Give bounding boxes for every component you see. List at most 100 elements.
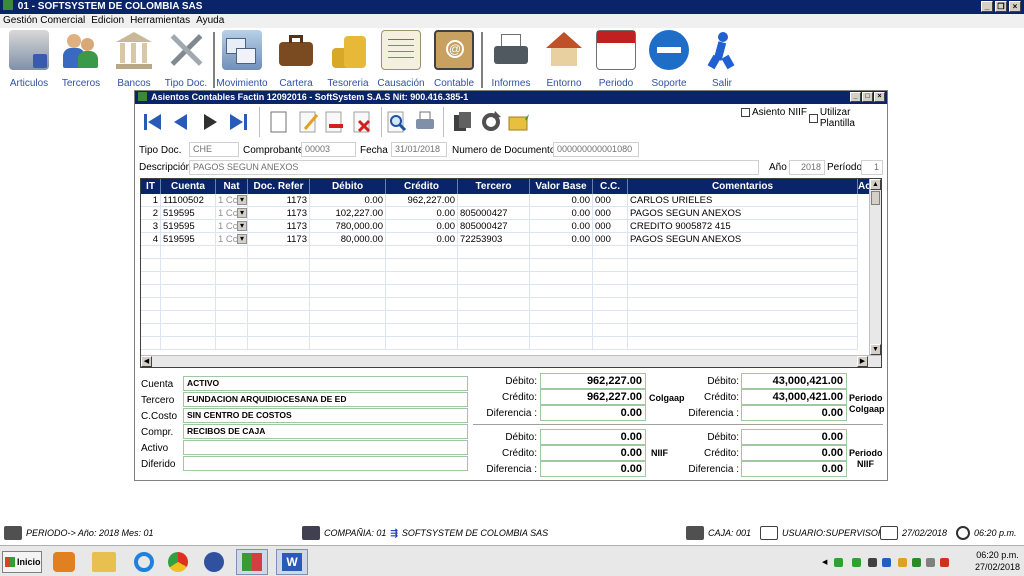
cell-credito[interactable] xyxy=(386,311,458,323)
cell-doc-refer[interactable] xyxy=(248,298,310,310)
delete-line-button[interactable] xyxy=(323,109,347,135)
cell-it[interactable] xyxy=(141,311,161,323)
cell-tercero[interactable] xyxy=(458,259,530,271)
cell-debito[interactable]: 102,227.00 xyxy=(310,207,386,219)
task-softsystem[interactable] xyxy=(236,549,268,575)
cell-cc[interactable] xyxy=(593,298,628,310)
nat-dropdown-icon[interactable]: ▾ xyxy=(237,195,247,205)
table-row[interactable] xyxy=(141,272,858,285)
col-cc[interactable]: C.C. xyxy=(593,179,628,194)
numero-documento-field[interactable]: 000000000001080 xyxy=(553,142,639,157)
task-app-grid[interactable] xyxy=(198,549,230,575)
cell-comentario[interactable] xyxy=(628,324,858,336)
child-maximize-button[interactable]: □ xyxy=(862,92,873,102)
cell-cuenta[interactable] xyxy=(161,337,216,349)
cell-nat[interactable]: 1 Cc ▾ xyxy=(216,207,248,219)
scroll-up-arrow[interactable]: ▲ xyxy=(870,179,881,190)
cell-debito[interactable] xyxy=(310,324,386,336)
cell-nat[interactable] xyxy=(216,272,248,284)
task-chrome[interactable] xyxy=(162,549,194,575)
cell-valor-base[interactable] xyxy=(530,311,593,323)
cell-cuenta[interactable]: 519595 xyxy=(161,220,216,232)
next-record-button[interactable] xyxy=(199,109,223,135)
tray-app-icon[interactable] xyxy=(912,558,921,567)
cell-doc-refer[interactable]: 1173 xyxy=(248,207,310,219)
cancel-button[interactable] xyxy=(351,109,375,135)
tray-volume-icon[interactable] xyxy=(926,558,935,567)
cell-valor-base[interactable] xyxy=(530,246,593,258)
cell-cc[interactable] xyxy=(593,272,628,284)
cell-cc[interactable] xyxy=(593,337,628,349)
nat-dropdown-icon[interactable]: ▾ xyxy=(237,221,247,231)
toolbar-soporte-button[interactable]: Soporte xyxy=(641,30,697,90)
cell-debito[interactable] xyxy=(310,272,386,284)
cell-credito[interactable]: 0.00 xyxy=(386,233,458,245)
col-nat[interactable]: Nat xyxy=(216,179,248,194)
cell-comentario[interactable]: CARLOS URIELES xyxy=(628,194,858,206)
taskbar-clock[interactable]: 06:20 p.m. 27/02/2018 xyxy=(975,549,1020,573)
cell-cc[interactable] xyxy=(593,246,628,258)
cell-cuenta[interactable] xyxy=(161,298,216,310)
cell-tercero[interactable] xyxy=(458,194,530,206)
periodo-field[interactable]: 1 xyxy=(861,160,883,175)
cell-it[interactable] xyxy=(141,285,161,297)
col-debito[interactable]: Débito xyxy=(310,179,386,194)
cell-nat[interactable] xyxy=(216,298,248,310)
cell-cc[interactable] xyxy=(593,324,628,336)
col-comentarios[interactable]: Comentarios xyxy=(628,179,858,194)
cell-debito[interactable] xyxy=(310,311,386,323)
tray-bluetooth-icon[interactable] xyxy=(882,558,891,567)
tray-usb-icon[interactable] xyxy=(868,558,877,567)
restore-button[interactable]: ❐ xyxy=(995,1,1007,12)
cell-valor-base[interactable] xyxy=(530,272,593,284)
previous-record-button[interactable] xyxy=(169,109,193,135)
table-row[interactable]: 1 11100502 1 Cc ▾ 1173 0.00 962,227.00 0.00 000 C… xyxy=(141,194,858,207)
table-row[interactable] xyxy=(141,259,858,272)
cell-debito[interactable] xyxy=(310,337,386,349)
toolbar-terceros-button[interactable]: Terceros xyxy=(53,30,109,90)
cell-cc[interactable] xyxy=(593,259,628,271)
cell-credito[interactable] xyxy=(386,337,458,349)
search-button[interactable] xyxy=(385,109,409,135)
cell-doc-refer[interactable] xyxy=(248,285,310,297)
cell-credito[interactable] xyxy=(386,272,458,284)
col-it[interactable]: IT xyxy=(141,179,161,194)
table-row[interactable] xyxy=(141,311,858,324)
cell-nat[interactable]: 1 Cc ▾ xyxy=(216,220,248,232)
cell-valor-base[interactable] xyxy=(530,259,593,271)
toolbar-movimiento-button[interactable]: Movimiento xyxy=(214,30,270,90)
toolbar-entorno-button[interactable]: Entorno xyxy=(536,30,592,90)
cell-doc-refer[interactable] xyxy=(248,311,310,323)
cell-credito[interactable] xyxy=(386,285,458,297)
col-valor-base[interactable]: Valor Base xyxy=(530,179,593,194)
table-row[interactable]: 4 519595 1 Cc ▾ 1173 80,000.00 0.00 72253903 0.0… xyxy=(141,233,858,246)
cell-valor-base[interactable]: 0.00 xyxy=(530,207,593,219)
minimize-button[interactable]: _ xyxy=(981,1,993,12)
cell-valor-base[interactable] xyxy=(530,324,593,336)
cell-comentario[interactable] xyxy=(628,246,858,258)
cell-tercero[interactable] xyxy=(458,285,530,297)
cell-credito[interactable] xyxy=(386,324,458,336)
cell-comentario[interactable] xyxy=(628,337,858,349)
col-tercero[interactable]: Tercero xyxy=(458,179,530,194)
cell-debito[interactable]: 80,000.00 xyxy=(310,233,386,245)
cell-cc[interactable]: 000 xyxy=(593,194,628,206)
cell-it[interactable] xyxy=(141,246,161,258)
scroll-thumb[interactable] xyxy=(871,191,880,205)
cell-credito[interactable] xyxy=(386,246,458,258)
cell-comentario[interactable] xyxy=(628,285,858,297)
cell-it[interactable] xyxy=(141,337,161,349)
toolbar-cartera-button[interactable]: Cartera xyxy=(268,30,324,90)
cell-cc[interactable] xyxy=(593,285,628,297)
first-record-button[interactable] xyxy=(141,109,165,135)
cell-nat[interactable] xyxy=(216,246,248,258)
cell-doc-refer[interactable]: 1173 xyxy=(248,233,310,245)
tray-expand-icon[interactable]: ◀ xyxy=(822,558,827,566)
anio-field[interactable]: 2018 xyxy=(789,160,825,175)
cell-tercero[interactable] xyxy=(458,298,530,310)
fecha-field[interactable]: 31/01/2018 xyxy=(391,142,447,157)
comprobante-field[interactable]: 00003 xyxy=(301,142,356,157)
menu-herramientas[interactable]: Herramientas xyxy=(127,14,193,28)
col-credito[interactable]: Crédito xyxy=(386,179,458,194)
cell-cuenta[interactable] xyxy=(161,246,216,258)
